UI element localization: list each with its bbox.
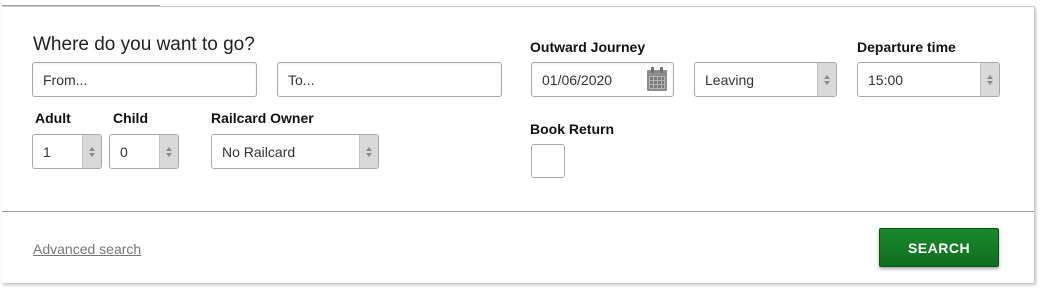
- advanced-search-link[interactable]: Advanced search: [33, 241, 141, 257]
- departure-time-select[interactable]: 15:00: [857, 62, 1000, 97]
- book-return-checkbox[interactable]: [531, 144, 565, 178]
- leaving-arriving-select[interactable]: Leaving: [694, 62, 837, 97]
- book-return-label: Book Return: [530, 121, 614, 137]
- departure-time-value: 15:00: [868, 71, 904, 88]
- railcard-select[interactable]: No Railcard: [211, 134, 379, 169]
- up-down-arrows-icon: [82, 135, 101, 168]
- page-title: Where do you want to go?: [33, 34, 255, 55]
- adult-select[interactable]: 1: [32, 134, 102, 169]
- calendar-icon[interactable]: [645, 64, 669, 94]
- leaving-select-value: Leaving: [705, 71, 755, 88]
- adult-value: 1: [43, 143, 51, 160]
- departure-time-label: Departure time: [857, 39, 956, 55]
- up-down-arrows-icon: [159, 135, 178, 168]
- child-value: 0: [120, 143, 128, 160]
- up-down-arrows-icon: [359, 135, 378, 168]
- up-down-arrows-icon: [980, 63, 999, 96]
- railcard-value: No Railcard: [222, 143, 296, 160]
- outward-date-value: 01/06/2020: [542, 71, 613, 88]
- adult-label: Adult: [35, 110, 71, 126]
- child-select[interactable]: 0: [109, 134, 179, 169]
- outward-journey-label: Outward Journey: [530, 39, 646, 55]
- child-label: Child: [113, 110, 148, 126]
- outward-date-field[interactable]: 01/06/2020: [531, 62, 674, 97]
- up-down-arrows-icon: [817, 63, 836, 96]
- railcard-owner-label: Railcard Owner: [211, 110, 314, 126]
- to-input[interactable]: To...: [277, 62, 502, 97]
- from-input[interactable]: From...: [32, 62, 257, 97]
- search-button[interactable]: SEARCH: [879, 228, 999, 267]
